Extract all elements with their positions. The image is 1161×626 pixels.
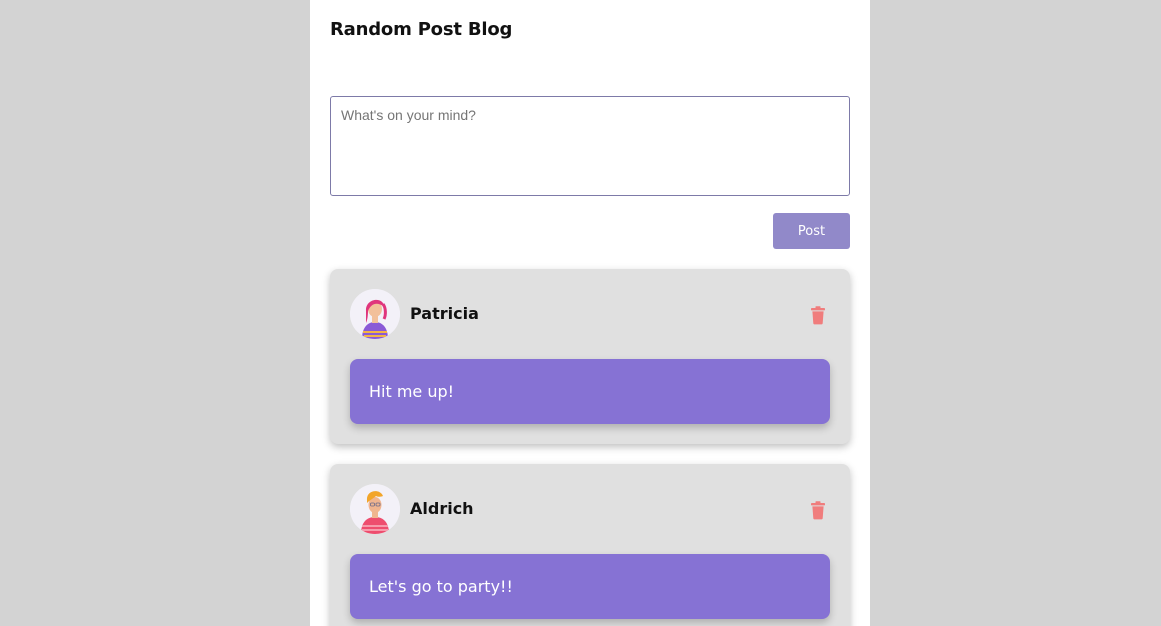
trash-icon	[811, 501, 825, 520]
post-card: Aldrich Let's go to party!!	[330, 464, 850, 626]
blog-page: Random Post Blog Post Patricia	[310, 0, 870, 626]
avatar-woman-pink-hair-icon	[350, 289, 400, 339]
avatar	[350, 484, 400, 534]
delete-post-button[interactable]	[808, 500, 828, 520]
post-author: Patricia	[410, 304, 479, 323]
avatar-man-orange-hair-icon	[350, 484, 400, 534]
post-message: Hit me up!	[350, 359, 830, 424]
page-title: Random Post Blog	[330, 19, 513, 40]
post-author: Aldrich	[410, 499, 474, 518]
post-button[interactable]: Post	[773, 213, 850, 249]
avatar	[350, 289, 400, 339]
post-input[interactable]	[330, 96, 850, 196]
post-message: Let's go to party!!	[350, 554, 830, 619]
delete-post-button[interactable]	[808, 305, 828, 325]
trash-icon	[811, 306, 825, 325]
post-card: Patricia Hit me up!	[330, 269, 850, 444]
